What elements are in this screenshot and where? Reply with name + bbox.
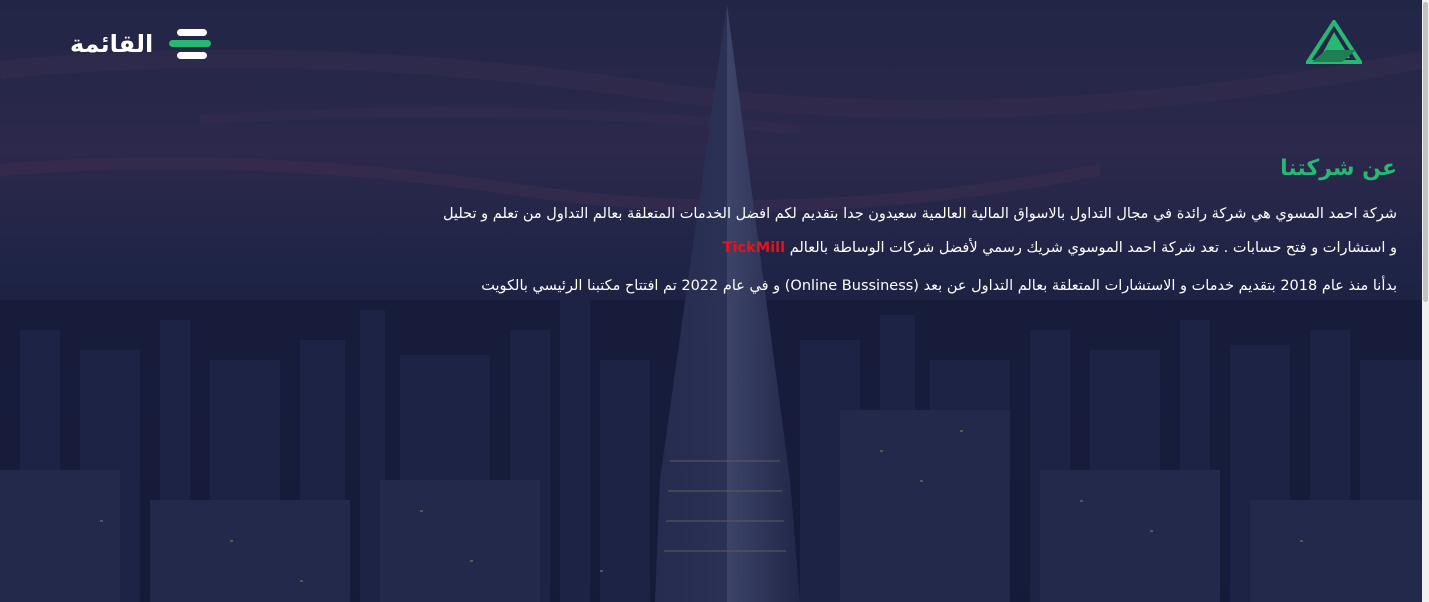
hamburger-menu-icon[interactable] bbox=[167, 24, 213, 64]
scrollbar[interactable] bbox=[1422, 0, 1429, 602]
about-section: عن شركتنا شركة احمد المسوي هي شركة رائدة… bbox=[397, 150, 1397, 303]
menu-button[interactable]: القائمة bbox=[70, 22, 213, 66]
tickmill-brand-link[interactable]: TickMill bbox=[723, 240, 785, 256]
scrollbar-thumb[interactable] bbox=[1423, 2, 1428, 302]
menu-label: القائمة bbox=[70, 30, 154, 58]
about-line-3: بدأنا منذ عام 2018 بتقديم خدمات و الاستش… bbox=[481, 278, 1397, 294]
about-line-2: و استشارات و فتح حسابات . تعد شركة احمد … bbox=[397, 231, 1397, 265]
triangle-logo-icon[interactable] bbox=[1304, 18, 1364, 64]
about-line-1: شركة احمد المسوي هي شركة رائدة في مجال ا… bbox=[443, 206, 1397, 222]
about-title: عن شركتنا bbox=[1280, 156, 1397, 181]
about-line-2-text: و استشارات و فتح حسابات . تعد شركة احمد … bbox=[789, 240, 1397, 256]
